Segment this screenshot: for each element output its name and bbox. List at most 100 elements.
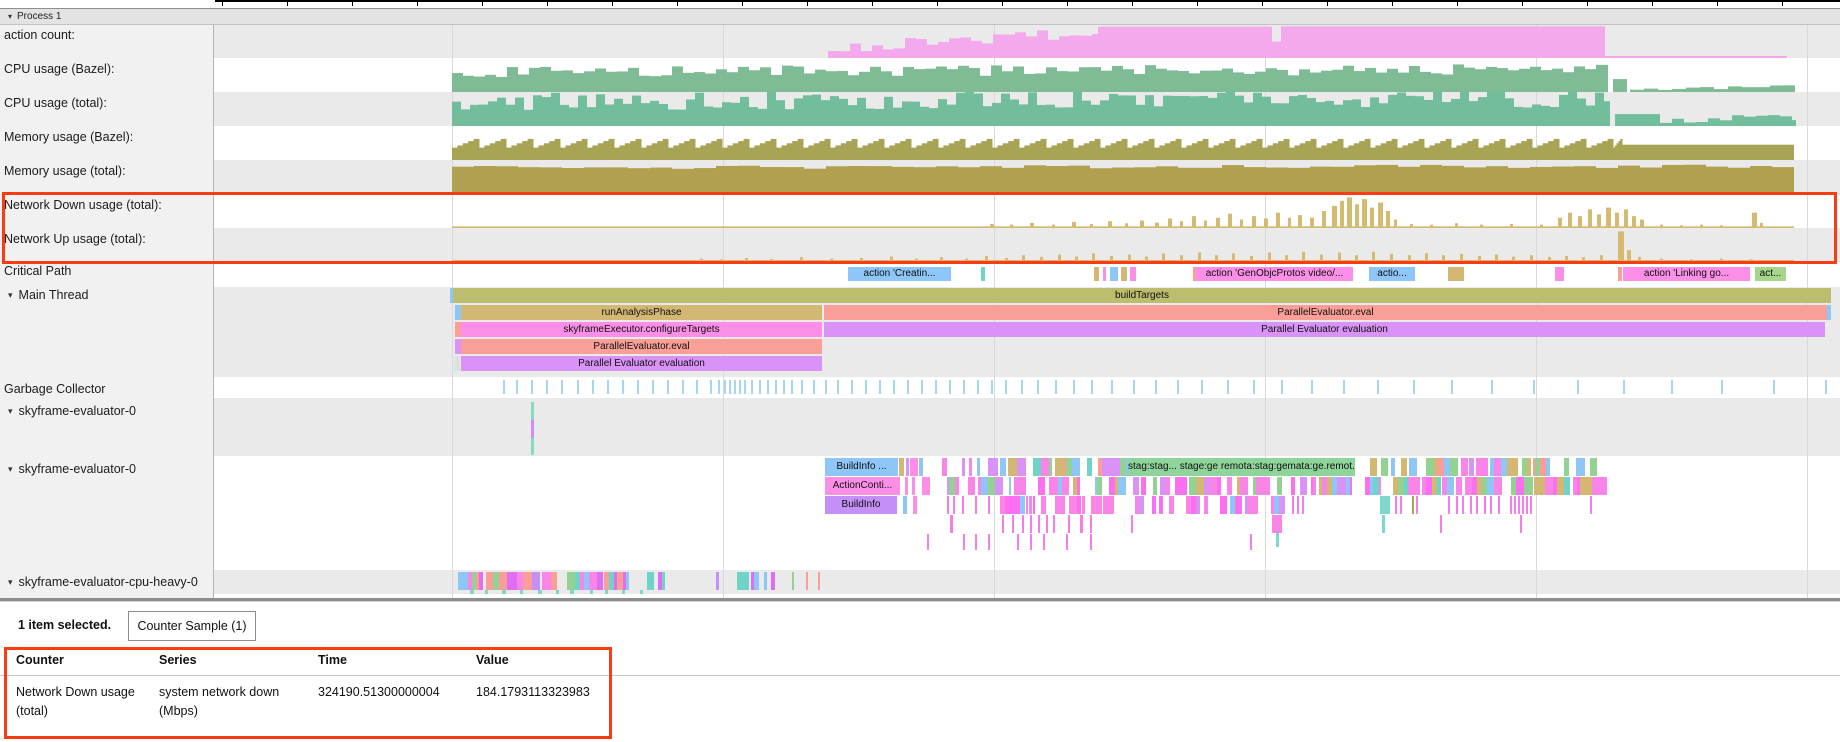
dense-slice-fragment[interactable] — [1138, 496, 1144, 514]
event-tick[interactable] — [792, 572, 794, 590]
slice-fragment[interactable] — [1380, 496, 1390, 514]
event-tick[interactable] — [1090, 515, 1092, 533]
event-tick[interactable] — [622, 590, 625, 594]
event-tick[interactable] — [570, 590, 574, 594]
slice-fragment[interactable] — [1110, 267, 1118, 281]
dense-slice-fragment[interactable] — [499, 572, 507, 590]
dense-slice-fragment[interactable] — [1060, 496, 1065, 514]
dense-slice-fragment[interactable] — [745, 572, 749, 590]
dense-slice-fragment[interactable] — [973, 477, 975, 495]
dense-slice-fragment[interactable] — [1033, 496, 1036, 514]
dense-slice-fragment[interactable] — [1189, 477, 1196, 495]
event-tick[interactable] — [502, 590, 506, 594]
slice-critical-path[interactable]: actio... — [1369, 267, 1415, 281]
dense-slice-fragment[interactable] — [1126, 458, 1128, 476]
event-tick[interactable] — [1462, 496, 1464, 514]
dense-slice-fragment[interactable] — [1014, 477, 1021, 495]
gc-event-tick[interactable] — [1133, 380, 1135, 394]
gc-event-tick[interactable] — [729, 380, 731, 394]
gc-event-tick[interactable] — [1377, 380, 1379, 394]
slice-fragment[interactable] — [906, 458, 909, 476]
gc-event-tick[interactable] — [1825, 380, 1827, 394]
slice-main-thread-depth-2[interactable]: skyframeExecutor.configureTargets — [461, 322, 822, 337]
gc-event-tick[interactable] — [503, 380, 505, 394]
gc-event-tick[interactable] — [963, 380, 965, 394]
dense-slice-fragment[interactable] — [1494, 477, 1502, 495]
dense-slice-fragment[interactable] — [1605, 477, 1607, 495]
dense-slice-fragment[interactable] — [1546, 458, 1549, 476]
event-tick[interactable] — [950, 515, 953, 533]
gc-event-tick[interactable] — [801, 380, 803, 394]
dense-slice-fragment[interactable] — [589, 572, 596, 590]
dense-slice-fragment[interactable] — [996, 458, 998, 476]
slice-critical-path[interactable]: action 'Linking go... — [1623, 267, 1750, 281]
dense-slice-fragment[interactable] — [1038, 477, 1046, 495]
dense-slice-fragment[interactable] — [1118, 477, 1126, 495]
slice-fragment[interactable] — [1555, 267, 1564, 281]
dense-slice-fragment[interactable] — [551, 572, 557, 590]
dense-slice-fragment[interactable] — [962, 458, 965, 476]
gc-event-tick[interactable] — [1177, 380, 1179, 394]
slice-main-thread-depth-4[interactable]: Parallel Evaluator evaluation — [461, 356, 822, 371]
gc-event-tick[interactable] — [696, 380, 698, 394]
dense-slice-fragment[interactable] — [1109, 458, 1116, 476]
event-tick[interactable] — [1068, 515, 1070, 533]
gc-event-tick[interactable] — [1155, 380, 1157, 394]
gc-event-tick[interactable] — [783, 380, 785, 394]
dense-slice-fragment[interactable] — [988, 477, 995, 495]
dense-slice-fragment[interactable] — [1484, 458, 1488, 476]
gc-event-tick[interactable] — [734, 380, 736, 394]
dense-slice-fragment[interactable] — [1252, 496, 1258, 514]
event-tick[interactable] — [605, 590, 608, 594]
dense-slice-fragment[interactable] — [1262, 477, 1270, 495]
dense-slice-fragment[interactable] — [1313, 477, 1317, 495]
event-tick[interactable] — [1530, 496, 1532, 514]
event-tick[interactable] — [1038, 515, 1040, 533]
dense-slice-fragment[interactable] — [1033, 458, 1041, 476]
slice-fragment[interactable] — [981, 267, 985, 281]
dense-slice-fragment[interactable] — [1000, 458, 1006, 476]
dense-slice-fragment[interactable] — [1580, 477, 1587, 495]
event-tick[interactable] — [485, 590, 488, 594]
dense-slice-fragment[interactable] — [1487, 477, 1495, 495]
dense-slice-fragment[interactable] — [1447, 477, 1454, 495]
dense-slice-fragment[interactable] — [1350, 477, 1352, 495]
dense-slice-fragment[interactable] — [1072, 458, 1080, 476]
event-tick[interactable] — [1053, 515, 1055, 533]
dense-slice-fragment[interactable] — [1041, 458, 1049, 476]
dense-slice-fragment[interactable] — [1566, 477, 1569, 495]
event-tick[interactable] — [818, 572, 820, 590]
gc-event-tick[interactable] — [759, 380, 761, 394]
slice-main-thread-depth-1[interactable]: ParallelEvaluator.eval — [824, 305, 1827, 320]
gc-event-tick[interactable] — [1533, 380, 1535, 394]
dense-slice-fragment[interactable] — [1020, 496, 1025, 514]
dense-slice-fragment[interactable] — [1102, 458, 1109, 476]
dense-slice-fragment[interactable] — [988, 458, 995, 476]
gc-event-tick[interactable] — [622, 380, 624, 394]
dense-slice-fragment[interactable] — [1379, 477, 1381, 495]
dense-slice-fragment[interactable] — [981, 477, 988, 495]
slice-fragment[interactable] — [912, 477, 915, 495]
event-tick[interactable] — [1416, 496, 1418, 514]
gc-event-tick[interactable] — [921, 380, 923, 394]
dense-slice-fragment[interactable] — [1153, 477, 1157, 495]
dense-slice-fragment[interactable] — [626, 572, 629, 590]
gc-event-tick[interactable] — [949, 380, 951, 394]
gc-event-tick[interactable] — [592, 380, 594, 394]
dense-slice-fragment[interactable] — [1501, 458, 1508, 476]
gc-event-tick[interactable] — [1721, 380, 1723, 394]
event-tick[interactable] — [1046, 515, 1048, 533]
event-tick[interactable] — [988, 534, 990, 550]
gc-event-tick[interactable] — [1055, 380, 1057, 394]
event-tick[interactable] — [806, 572, 808, 590]
event-tick[interactable] — [716, 572, 719, 590]
event-tick[interactable] — [1030, 534, 1032, 550]
slice-fragment[interactable] — [455, 356, 460, 371]
gc-event-tick[interactable] — [1073, 380, 1075, 394]
dense-slice-fragment[interactable] — [1133, 477, 1139, 495]
dense-slice-fragment[interactable] — [1141, 477, 1147, 495]
event-tick[interactable] — [1412, 496, 1414, 514]
event-tick[interactable] — [1272, 515, 1282, 533]
dense-slice-fragment[interactable] — [1291, 477, 1295, 495]
gc-event-tick[interactable] — [561, 380, 563, 394]
